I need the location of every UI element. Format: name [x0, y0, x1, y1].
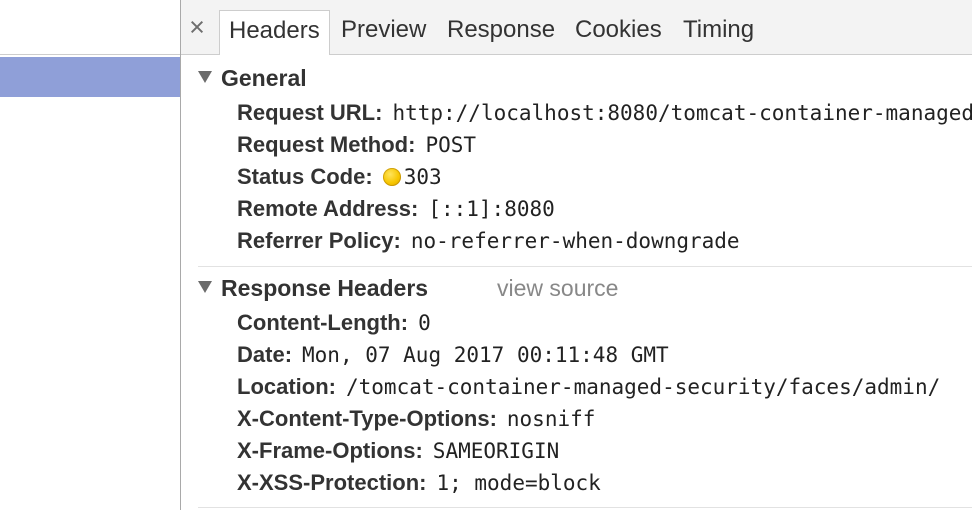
header-value: [::1]:8080: [428, 197, 555, 221]
header-value: nosniff: [506, 407, 596, 431]
header-key: Referrer Policy: [237, 228, 394, 253]
request-list-pane: [0, 0, 181, 510]
header-key: Request URL: [237, 100, 376, 125]
header-key: X-XSS-Protection: [237, 470, 420, 495]
general-row-remote-address: Remote Address: [::1]:8080: [237, 196, 555, 221]
response-row-x-content-type-options: X-Content-Type-Options: nosniff: [237, 406, 596, 431]
tab-cookies[interactable]: Cookies: [575, 10, 662, 55]
header-value: /tomcat-container-managed-security/faces…: [346, 375, 941, 399]
close-icon[interactable]: ×: [186, 12, 208, 42]
general-row-status-code: Status Code: 303: [237, 164, 442, 189]
header-value: Mon, 07 Aug 2017 00:11:48 GMT: [302, 343, 669, 367]
header-key: Request Method: [237, 132, 409, 157]
response-row-x-xss-protection: X-XSS-Protection: 1; mode=block: [237, 470, 601, 495]
general-section-title: General: [221, 65, 307, 91]
header-key: Content-Length: [237, 310, 401, 335]
general-row-referrer-policy: Referrer Policy: no-referrer-when-downgra…: [237, 228, 740, 253]
status-dot-icon: [382, 168, 401, 186]
header-key: Date: [237, 342, 285, 367]
section-divider: [198, 507, 972, 508]
tab-timing[interactable]: Timing: [683, 10, 754, 55]
general-row-request-url: Request URL: http://localhost:8080/tomcat…: [237, 97, 972, 129]
section-divider: [198, 266, 972, 267]
response-row-content-length: Content-Length: 0: [237, 310, 431, 335]
header-key: Location: [237, 374, 329, 399]
header-key: Status Code: [237, 164, 366, 189]
collapse-triangle-icon: [198, 71, 212, 83]
header-key: Remote Address: [237, 196, 412, 221]
response-row-location: Location:/tomcat-container-managed-secur…: [237, 374, 941, 399]
response-row-date: Date: Mon, 07 Aug 2017 00:11:48 GMT: [237, 342, 669, 367]
collapse-triangle-icon: [198, 281, 212, 293]
tab-response[interactable]: Response: [447, 10, 555, 55]
general-section-header[interactable]: General: [198, 63, 307, 93]
header-value: POST: [425, 133, 477, 157]
header-key: X-Content-Type-Options: [237, 406, 490, 431]
request-details-pane: × Headers Preview Response Cookies Timin…: [181, 0, 972, 510]
header-value: 303: [403, 165, 442, 189]
header-key: X-Frame-Options: [237, 438, 416, 463]
header-value: no-referrer-when-downgrade: [410, 229, 740, 253]
selected-request-row[interactable]: [0, 57, 180, 97]
header-value: SAMEORIGIN: [432, 439, 560, 463]
request-list-header-divider: [0, 54, 180, 55]
response-row-x-frame-options: X-Frame-Options: SAMEORIGIN: [237, 438, 560, 463]
header-value: 1; mode=block: [436, 471, 601, 495]
header-value: 0: [418, 311, 431, 335]
header-value: http://localhost:8080/tomcat-container-m…: [392, 101, 972, 125]
tab-headers[interactable]: Headers: [219, 10, 330, 55]
details-tabbar: × Headers Preview Response Cookies Timin…: [181, 0, 972, 55]
response-headers-section-header[interactable]: Response Headers: [198, 273, 428, 303]
view-source-link[interactable]: view source: [497, 273, 618, 303]
general-row-request-method: Request Method: POST: [237, 132, 477, 157]
tab-preview[interactable]: Preview: [341, 10, 426, 55]
response-headers-section-title: Response Headers: [221, 275, 429, 301]
